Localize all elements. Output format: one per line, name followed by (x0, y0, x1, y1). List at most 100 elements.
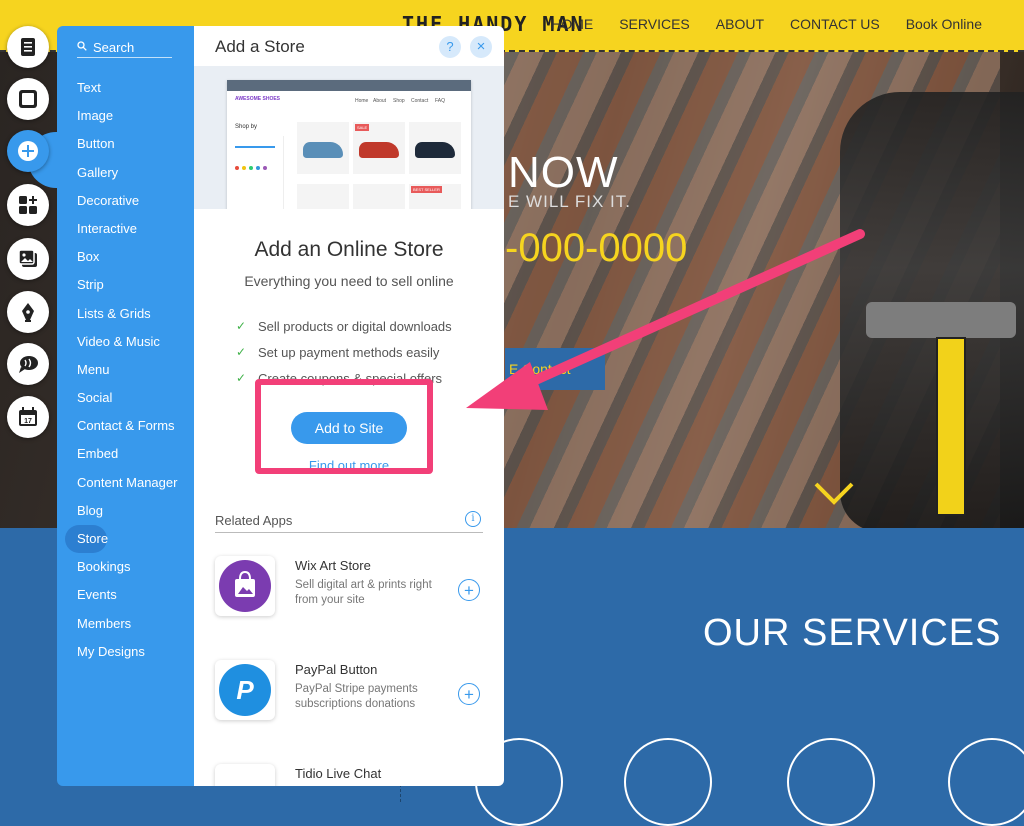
related-app-tidio-live-chat[interactable]: Tidio Live Chat (215, 764, 483, 786)
add-apps-icon[interactable] (7, 184, 49, 226)
paypal-icon: P (215, 660, 275, 720)
preview-shop-by: Shop by (235, 124, 258, 130)
related-apps-label: Related Apps (215, 513, 293, 528)
category-box[interactable]: Box (65, 243, 190, 271)
add-icon[interactable] (7, 130, 49, 172)
wrench-service-icon (624, 738, 712, 826)
editor-left-toolbar: 17 (0, 22, 68, 452)
site-nav-services[interactable]: SERVICES (619, 16, 690, 32)
panel-header: Add a Store ? × (194, 26, 504, 67)
app-name: Wix Art Store (295, 558, 371, 573)
blog-pen-icon[interactable] (7, 291, 49, 333)
tidio-chat-icon (215, 764, 275, 786)
feature-item: ✓ Sell products or digital downloads (236, 313, 452, 339)
add-app-plus-icon[interactable]: + (458, 579, 480, 601)
category-text[interactable]: Text (65, 74, 190, 102)
store-offer: Add an Online Store Everything you need … (194, 209, 504, 473)
preview-nav-about: About (373, 98, 387, 104)
preview-nav-contact: Contact (411, 98, 429, 104)
feature-item: ✓ Set up payment methods easily (236, 339, 452, 365)
offer-subheading: Everything you need to sell online (244, 273, 454, 289)
screwdriver-service-icon (787, 738, 875, 826)
offer-heading: Add an Online Store (254, 238, 444, 261)
preview-product-2: SALE (353, 122, 405, 174)
annotation-highlight-box (255, 379, 433, 474)
category-menu[interactable]: Menu (65, 356, 190, 384)
preview-brand: AWESOME SHOES (235, 96, 281, 102)
related-app-paypal-button[interactable]: P PayPal Button PayPal Stripe payments s… (215, 660, 483, 724)
app-name: Tidio Live Chat (295, 766, 382, 781)
site-nav-home[interactable]: HOME (551, 16, 593, 32)
category-button[interactable]: Button (65, 130, 190, 158)
preview-nav-shop: Shop (393, 98, 405, 104)
preview-nav-faq: FAQ (435, 98, 446, 104)
hammer-handle-image (936, 337, 966, 516)
background-icon[interactable] (7, 78, 49, 120)
svg-text:P: P (236, 675, 254, 705)
paintbrush-service-icon (948, 738, 1024, 826)
app-description: Sell digital art & prints right from you… (295, 579, 432, 606)
category-store[interactable]: Store (65, 525, 108, 554)
hero-phone: -000-0000 (505, 226, 688, 270)
category-decorative[interactable]: Decorative (65, 187, 190, 215)
category-gallery[interactable]: Gallery (65, 159, 190, 187)
close-icon[interactable]: × (470, 36, 492, 58)
add-app-plus-icon[interactable]: + (458, 683, 480, 705)
site-nav-contact[interactable]: CONTACT US (790, 16, 880, 32)
preview-browser-bar (227, 80, 471, 91)
site-nav-about[interactable]: ABOUT (716, 16, 764, 32)
related-app-wix-art-store[interactable]: Wix Art Store Sell digital art & prints … (215, 556, 483, 620)
preview-product-6: BEST SELLER (409, 184, 461, 209)
category-video-music[interactable]: Video & Music (65, 328, 190, 356)
category-events[interactable]: Events (65, 581, 190, 609)
add-panel-categories: Search Text Image Button Gallery Decorat… (57, 26, 194, 786)
check-icon: ✓ (236, 345, 247, 359)
category-strip[interactable]: Strip (65, 271, 190, 299)
chat-icon[interactable] (7, 343, 49, 385)
preview-filters (235, 136, 284, 209)
services-title: OUR SERVICES (703, 612, 1002, 654)
preview-product-4 (297, 184, 349, 209)
site-nav-book-online[interactable]: Book Online (906, 16, 982, 32)
category-blog[interactable]: Blog (65, 497, 190, 525)
menus-pages-icon[interactable] (7, 26, 49, 68)
feature-text: Set up payment methods easily (258, 344, 440, 360)
search-label: Search (93, 40, 135, 55)
category-bookings[interactable]: Bookings (65, 553, 190, 581)
preview-browser-window: AWESOME SHOES Home About Shop Contact FA… (227, 80, 471, 209)
hero-contact-button[interactable]: E Contact (505, 348, 605, 390)
preview-sale-badge: SALE (355, 124, 370, 131)
svg-text:17: 17 (24, 418, 32, 425)
preview-product-1 (297, 122, 349, 174)
category-members[interactable]: Members (65, 610, 190, 638)
panel-title: Add a Store (215, 37, 305, 56)
store-preview-image: AWESOME SHOES Home About Shop Contact FA… (194, 66, 504, 209)
hero-headline: NOW (508, 148, 619, 197)
category-my-designs[interactable]: My Designs (65, 638, 190, 666)
chevron-down-icon[interactable] (812, 478, 856, 508)
category-embed[interactable]: Embed (65, 440, 190, 468)
category-social[interactable]: Social (65, 384, 190, 412)
preview-site-nav: AWESOME SHOES Home About Shop Contact FA… (235, 96, 463, 110)
info-icon[interactable]: i (465, 511, 481, 527)
site-nav: HOME SERVICES ABOUT CONTACT US Book Onli… (551, 16, 982, 32)
bookings-calendar-icon[interactable]: 17 (7, 396, 49, 438)
category-list: Text Image Button Gallery Decorative Int… (65, 74, 190, 666)
category-interactive[interactable]: Interactive (65, 215, 190, 243)
category-lists-grids[interactable]: Lists & Grids (65, 300, 190, 328)
category-content-manager[interactable]: Content Manager (65, 469, 190, 497)
check-icon: ✓ (236, 319, 247, 333)
search-icon (77, 41, 87, 51)
category-search[interactable]: Search (77, 39, 172, 58)
preview-best-seller-badge: BEST SELLER (411, 186, 442, 193)
app-name: PayPal Button (295, 662, 378, 677)
related-apps-header: Related Apps i (215, 511, 483, 533)
category-contact-forms[interactable]: Contact & Forms (65, 412, 190, 440)
feature-text: Sell products or digital downloads (258, 318, 452, 334)
art-store-bag-icon (215, 556, 275, 616)
media-icon[interactable] (7, 238, 49, 280)
hero-subline: E WILL FIX IT. (508, 192, 631, 211)
hammer-image (866, 302, 1016, 338)
category-image[interactable]: Image (65, 102, 190, 130)
help-icon[interactable]: ? (439, 36, 461, 58)
